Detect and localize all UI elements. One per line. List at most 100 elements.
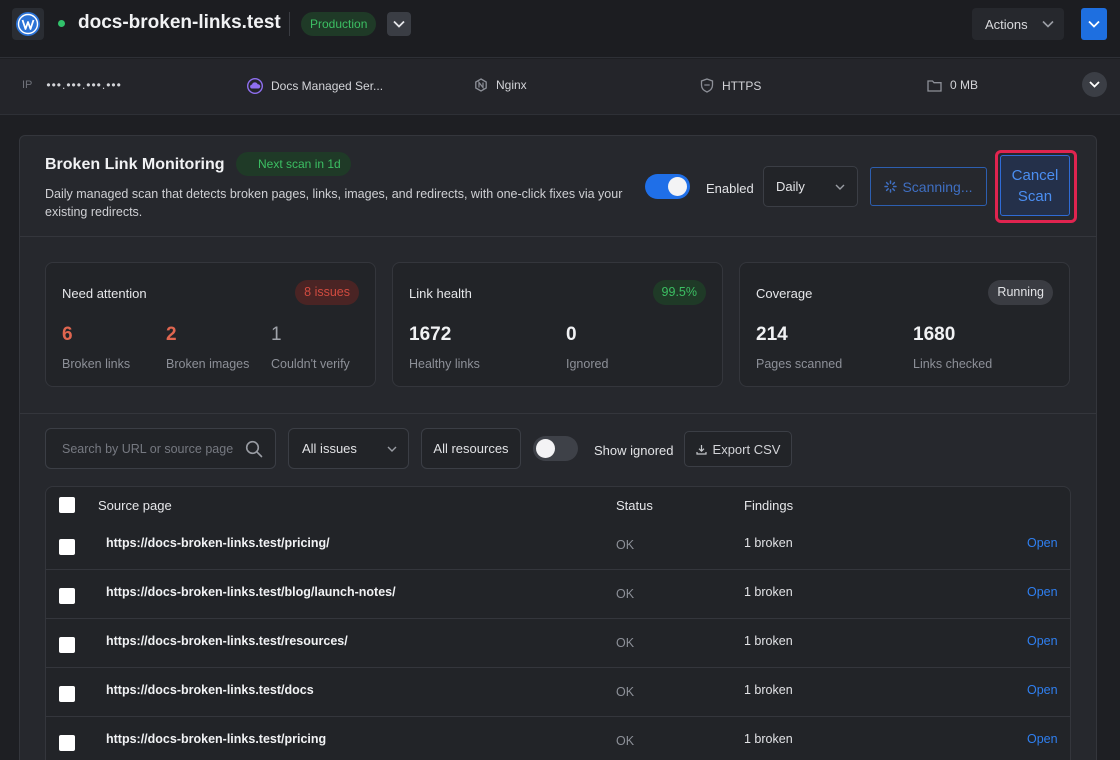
row-findings: 1 broken — [744, 732, 793, 746]
issue-filter-select[interactable]: All issues — [288, 428, 409, 469]
environment-badge: Production — [301, 12, 377, 36]
scanning-button[interactable]: Scanning... — [870, 167, 987, 206]
row-checkbox[interactable] — [59, 686, 75, 702]
table-row[interactable]: https://docs-broken-links.test/blog/laun… — [46, 570, 1070, 619]
coverage-card: Coverage Running 214 Pages scanned 1680 … — [739, 262, 1070, 387]
open-link[interactable]: Open — [1027, 732, 1058, 746]
row-findings: 1 broken — [744, 585, 793, 599]
divider — [20, 413, 1096, 414]
actions-menu-button[interactable] — [1081, 8, 1107, 40]
cancel-scan-button[interactable]: Cancel Scan — [1000, 155, 1070, 216]
export-label: Export CSV — [712, 441, 781, 457]
chevron-down-icon — [1089, 81, 1100, 88]
open-link[interactable]: Open — [1027, 634, 1058, 648]
column-header[interactable]: Status — [616, 498, 653, 513]
info-expand-button[interactable] — [1082, 72, 1107, 97]
panel-title: Broken Link Monitoring — [45, 156, 225, 173]
card-title: Coverage — [756, 286, 813, 301]
shield-icon — [700, 78, 714, 93]
row-checkbox[interactable] — [59, 735, 75, 751]
environment-dropdown-button[interactable] — [387, 12, 411, 36]
show-ignored-toggle[interactable] — [533, 436, 578, 461]
metric-value: 1680 — [913, 324, 956, 345]
resource-filter-button[interactable]: All resources — [421, 428, 521, 469]
row-url: https://docs-broken-links.test/docs — [106, 683, 314, 697]
need-attention-card: Need attention 8 issues 6 Broken links 2… — [45, 262, 376, 387]
metric-label: Healthy links — [409, 357, 480, 371]
chevron-down-icon — [1042, 20, 1054, 28]
export-csv-button[interactable]: Export CSV — [684, 431, 792, 467]
row-checkbox[interactable] — [59, 588, 75, 604]
search-input[interactable] — [62, 441, 245, 456]
wordpress-logo-icon[interactable] — [12, 8, 44, 40]
storage-info: 0 MB — [927, 78, 978, 92]
row-status: OK — [616, 538, 635, 552]
row-checkbox[interactable] — [59, 539, 75, 555]
table-row[interactable]: https://docs-broken-links.test/pricing/ … — [46, 521, 1070, 570]
results-table: Source page Status Findings https://docs… — [45, 486, 1071, 760]
server-name: Nginx — [496, 78, 527, 92]
folder-icon — [927, 79, 942, 92]
issues-badge: 8 issues — [295, 280, 359, 305]
open-link[interactable]: Open — [1027, 683, 1058, 697]
site-status-dot — [58, 20, 65, 27]
issue-filter-value: All issues — [302, 441, 357, 456]
scanning-label: Scanning... — [902, 178, 973, 195]
cancel-label-line2: Scan — [1017, 188, 1053, 205]
card-title: Link health — [409, 286, 472, 301]
search-box[interactable] — [45, 428, 276, 469]
protocol-info: HTTPS — [700, 78, 761, 93]
host-name: Docs Managed Ser... — [271, 79, 384, 93]
table-row[interactable]: https://docs-broken-links.test/docs OK 1… — [46, 668, 1070, 717]
actions-label: Actions — [985, 16, 1028, 32]
row-url: https://docs-broken-links.test/pricing/ — [106, 536, 330, 550]
toggle-knob — [668, 177, 687, 196]
metric-label: Broken links — [62, 357, 131, 371]
row-url: https://docs-broken-links.test/resources… — [106, 634, 348, 648]
table-row[interactable]: https://docs-broken-links.test/pricing O… — [46, 717, 1070, 760]
top-bar: docs-broken-links.test Production Action… — [0, 0, 1120, 58]
table-row[interactable]: https://docs-broken-links.test/resources… — [46, 619, 1070, 668]
metric-value: 2 — [166, 324, 177, 345]
metric-value: 1672 — [409, 324, 452, 345]
select-all-checkbox[interactable] — [59, 497, 75, 513]
card-title: Need attention — [62, 286, 147, 301]
open-link[interactable]: Open — [1027, 536, 1058, 550]
divider — [289, 12, 290, 36]
row-findings: 1 broken — [744, 536, 793, 550]
open-link[interactable]: Open — [1027, 585, 1058, 599]
row-status: OK — [616, 636, 635, 650]
site-title: docs-broken-links.test — [78, 12, 281, 33]
chevron-down-icon — [387, 446, 397, 452]
row-findings: 1 broken — [744, 634, 793, 648]
metric-value: 214 — [756, 324, 788, 345]
health-badge: 99.5% — [652, 280, 706, 305]
running-badge: Running — [988, 280, 1053, 305]
metric-label: Links checked — [913, 357, 993, 371]
search-icon[interactable] — [245, 440, 263, 458]
column-header[interactable]: Findings — [744, 498, 793, 513]
storage-size: 0 MB — [950, 78, 979, 92]
column-header[interactable]: Source page — [98, 498, 172, 513]
metric-label: Broken images — [166, 357, 250, 371]
enabled-toggle[interactable] — [645, 174, 690, 199]
row-checkbox[interactable] — [59, 637, 75, 653]
chevron-down-icon — [835, 184, 845, 190]
frequency-value: Daily — [776, 179, 805, 194]
row-findings: 1 broken — [744, 683, 793, 697]
chevron-down-icon — [393, 20, 405, 28]
ip-info: IP •••.•••.•••.••• — [22, 78, 122, 92]
frequency-select[interactable]: Daily — [763, 166, 858, 207]
cloud-host-icon — [247, 78, 263, 94]
metric-value: 1 — [271, 324, 282, 345]
ip-value: •••.•••.•••.••• — [46, 78, 122, 92]
ignored-metric: 0 Ignored — [566, 324, 608, 371]
server-info: Nginx — [474, 78, 527, 92]
pages-scanned-metric: 214 Pages scanned — [756, 324, 842, 371]
metric-label: Ignored — [566, 357, 609, 371]
actions-button[interactable]: Actions — [972, 8, 1064, 40]
toggle-knob — [536, 439, 555, 458]
link-health-card: Link health 99.5% 1672 Healthy links 0 I… — [392, 262, 723, 387]
ip-label: IP — [22, 79, 33, 91]
metric-label: Couldn't verify — [271, 357, 350, 371]
